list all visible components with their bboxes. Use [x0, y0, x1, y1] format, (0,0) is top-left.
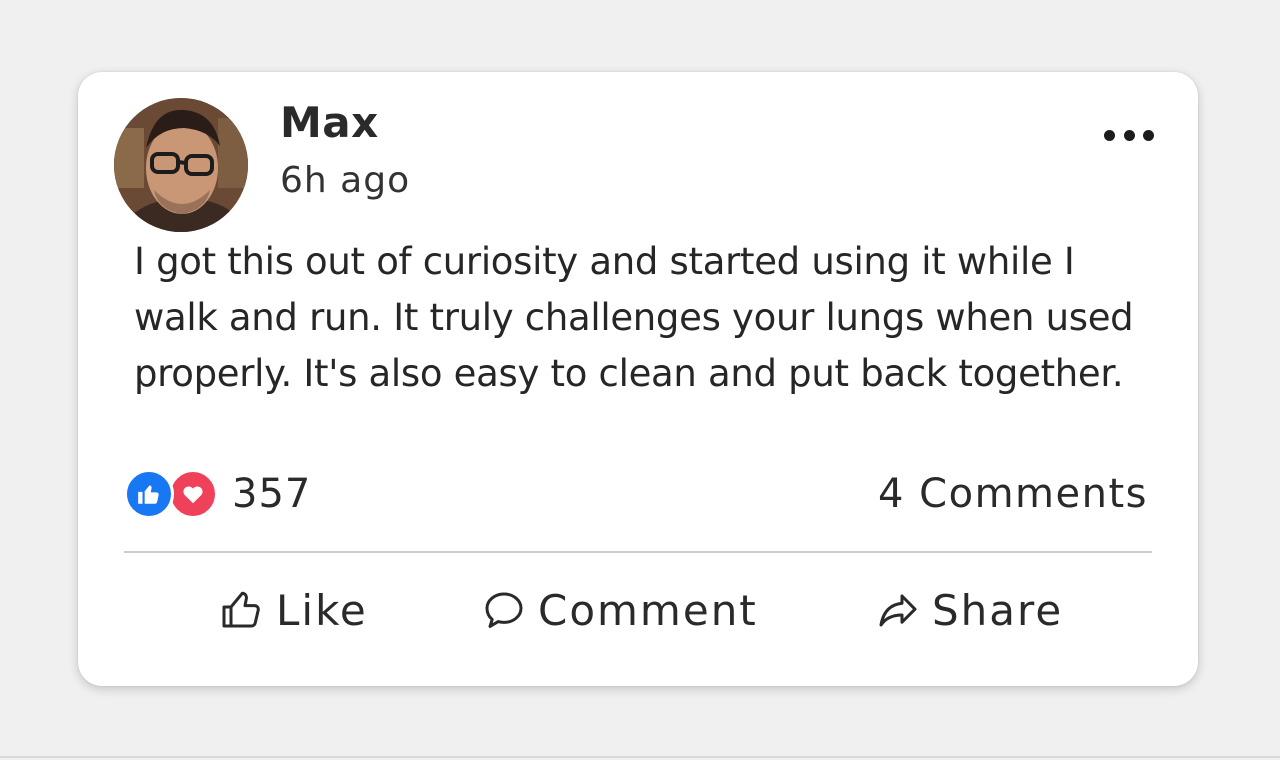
share-button-label: Share — [932, 585, 1064, 635]
like-reaction-icon — [124, 469, 174, 519]
page-bottom-border — [0, 756, 1280, 758]
comments-count-link[interactable]: 4 Comments — [878, 468, 1148, 520]
share-button[interactable]: Share — [874, 580, 1063, 640]
comment-button[interactable]: Comment — [480, 580, 758, 640]
author-name[interactable]: Max — [280, 98, 379, 147]
more-dot — [1104, 129, 1115, 141]
post-timestamp: 6h ago — [280, 160, 411, 201]
post-text: I got this out of curiosity and started … — [134, 240, 1134, 395]
reactions-summary[interactable]: 357 — [124, 468, 311, 520]
post-card: Max 6h ago I got this out of curiosity a… — [78, 72, 1198, 686]
more-dot — [1143, 129, 1154, 141]
author-avatar[interactable] — [114, 98, 248, 232]
like-button-label: Like — [276, 585, 368, 635]
love-reaction-icon — [168, 469, 218, 519]
reaction-count: 357 — [232, 471, 312, 517]
like-button[interactable]: Like — [218, 580, 368, 640]
more-options-icon[interactable] — [1104, 124, 1154, 146]
avatar-photo — [114, 98, 248, 232]
share-arrow-icon — [879, 594, 917, 627]
post-actions-bar: Like Comment Share — [78, 580, 1198, 640]
more-dot — [1123, 129, 1135, 141]
actions-divider — [124, 551, 1152, 553]
comment-button-label: Comment — [538, 585, 758, 635]
page: Max 6h ago I got this out of curiosity a… — [0, 0, 1280, 760]
speech-bubble-icon — [485, 592, 523, 628]
thumbs-up-icon — [222, 591, 260, 628]
